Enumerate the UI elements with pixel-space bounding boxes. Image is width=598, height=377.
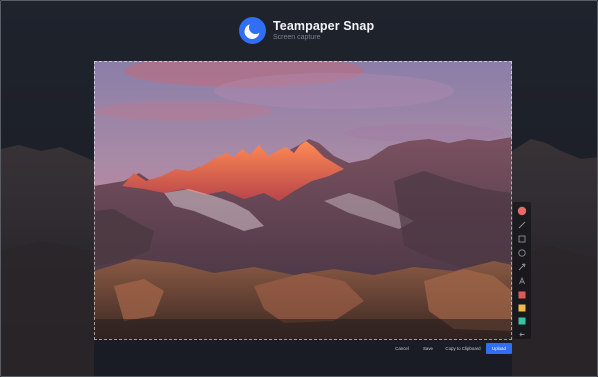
app-window: Teampaper Snap Screen capture Cancel Sav… (0, 0, 598, 377)
swatch-red-icon[interactable] (517, 290, 527, 300)
save-button[interactable]: Save (417, 343, 439, 354)
record-dot-icon[interactable] (517, 206, 527, 216)
action-bar: Cancel Save Copy to Clipboard Upload (389, 343, 513, 354)
copy-to-clipboard-button[interactable]: Copy to Clipboard (441, 343, 485, 354)
annotation-toolbar (513, 202, 531, 339)
undo-icon[interactable] (517, 328, 527, 338)
text-icon[interactable] (517, 276, 527, 286)
rectangle-icon[interactable] (517, 234, 527, 244)
upload-button[interactable]: Upload (486, 343, 512, 354)
captured-image (94, 61, 512, 340)
arrow-icon[interactable] (517, 262, 527, 272)
pen-line-icon[interactable] (517, 220, 527, 230)
swatch-teal-icon[interactable] (517, 316, 527, 326)
circle-icon[interactable] (517, 248, 527, 258)
cancel-button[interactable]: Cancel (389, 343, 415, 354)
app-subtitle: Screen capture (273, 34, 321, 41)
swatch-yellow-icon[interactable] (517, 303, 527, 313)
capture-selection[interactable] (94, 61, 512, 340)
app-title: Teampaper Snap (273, 19, 375, 33)
teampaper-moon-logo-icon (239, 17, 266, 44)
